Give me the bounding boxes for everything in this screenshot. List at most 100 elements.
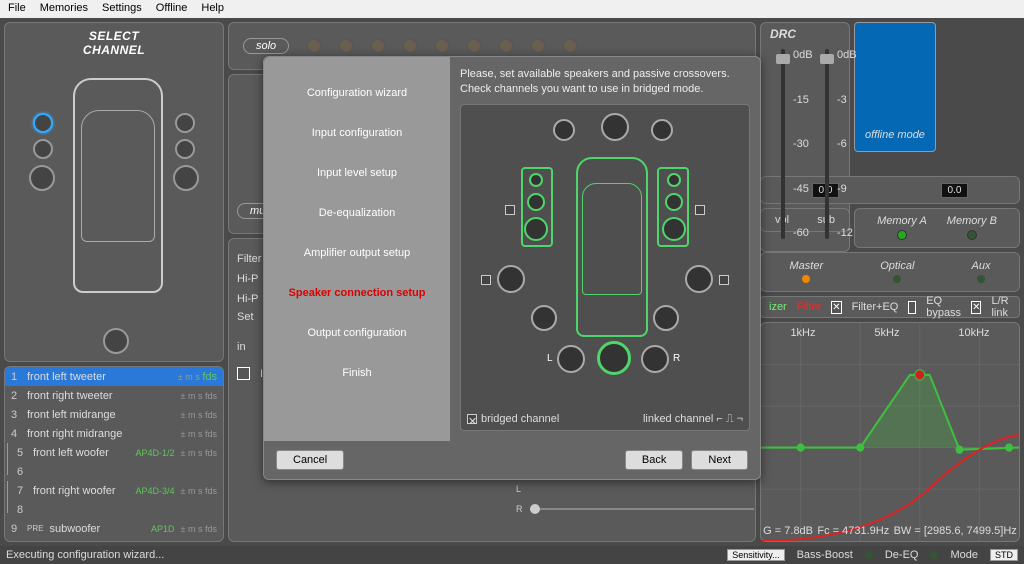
drc-vol-slider[interactable]: 0dB-15-30-45-60 — [781, 49, 785, 239]
offline-indicator: offline mode — [854, 22, 936, 152]
solo-led[interactable] — [307, 39, 321, 53]
speaker-fl-mid[interactable] — [33, 139, 53, 159]
source-aux[interactable]: Aux — [971, 258, 990, 286]
wizard-step[interactable]: Amplifier output setup — [264, 233, 450, 273]
bridge-checkbox[interactable] — [719, 275, 729, 285]
wizard-step[interactable]: Output configuration — [264, 313, 450, 353]
solo-led[interactable] — [531, 39, 545, 53]
solo-led[interactable] — [371, 39, 385, 53]
eq-gain-readout: G = 7.8dB — [763, 525, 813, 537]
wizard-step[interactable]: Input configuration — [264, 113, 450, 153]
car-outline-icon — [576, 157, 648, 337]
wizard-hint: Please, set available speakers and passi… — [460, 67, 750, 98]
eq-toolbar: izer Filter Filter+EQ EQ bypass L/R link — [760, 296, 1020, 318]
eq-bypass-checkbox[interactable] — [908, 301, 916, 314]
solo-led[interactable] — [499, 39, 513, 53]
wizard-steps: Configuration wizard Input configuration… — [264, 57, 450, 441]
menu-file[interactable]: File — [8, 2, 26, 16]
solo-button[interactable]: solo — [243, 38, 289, 54]
wizard-dialog: Configuration wizard Input configuration… — [263, 56, 761, 480]
source-optical[interactable]: Optical — [880, 258, 914, 286]
source-master[interactable]: Master — [790, 258, 824, 286]
speaker-icon[interactable] — [662, 217, 686, 241]
status-message: Executing configuration wizard... — [6, 549, 164, 561]
eq-graph[interactable]: 1kHz5kHz10kHz G = 7.8dB Fc = 4731.9Hz BW… — [760, 322, 1020, 542]
speaker-icon[interactable] — [557, 345, 585, 373]
speaker-icon[interactable] — [524, 217, 548, 241]
speaker-icon[interactable] — [641, 345, 669, 373]
memory-panel: Memory A Memory B — [854, 208, 1020, 248]
next-button[interactable]: Next — [691, 450, 748, 470]
speaker-icon[interactable] — [651, 119, 673, 141]
wizard-step[interactable]: De-equalization — [264, 193, 450, 233]
channel-name: front left tweeter — [27, 371, 172, 383]
solo-led[interactable] — [563, 39, 577, 53]
eq-bw-readout: BW = [2985.6, 7499.5]Hz — [894, 525, 1017, 537]
memory-b-button[interactable]: Memory B — [947, 213, 997, 243]
speaker-diagram: L R ✕bridged channel linked channel ⌐ ⎍ … — [460, 104, 750, 431]
speaker-sub-icon[interactable] — [597, 341, 631, 375]
speaker-icon[interactable] — [601, 113, 629, 141]
drc-panel: DRC 0dB-15-30-45-60 0dB-3-6-9-12 — [760, 22, 850, 252]
invert-phase-checkbox[interactable] — [237, 367, 250, 380]
drc-title: DRC — [765, 27, 801, 41]
speaker-icon[interactable] — [527, 193, 545, 211]
speaker-icon[interactable] — [653, 305, 679, 331]
speaker-icon[interactable] — [667, 173, 681, 187]
channel-row[interactable]: 6 — [11, 462, 223, 481]
menu-settings[interactable]: Settings — [102, 2, 142, 16]
speaker-icon[interactable] — [529, 173, 543, 187]
speaker-fr-mid[interactable] — [175, 139, 195, 159]
drc-sub-slider[interactable]: 0dB-3-6-9-12 — [825, 49, 829, 239]
bridge-checkbox[interactable] — [695, 205, 705, 215]
speaker-fr-woofer[interactable] — [173, 165, 199, 191]
channel-row[interactable]: 9PREsubwooferAP1D± m s fds — [5, 519, 223, 538]
status-bar: Executing configuration wizard... Sensit… — [0, 546, 1024, 564]
wizard-step[interactable]: Finish — [264, 353, 450, 393]
speaker-fl-woofer[interactable] — [29, 165, 55, 191]
channel-row[interactable]: 2front right tweeter± m s fds — [5, 386, 223, 405]
solo-led[interactable] — [403, 39, 417, 53]
mode-std-button[interactable]: STD — [990, 549, 1018, 561]
channel-list: 1front left tweeter± m s fds 2front righ… — [4, 366, 224, 542]
source-panel: Master Optical Aux — [760, 252, 1020, 292]
channel-row[interactable]: 5front left wooferAP4D-1/2± m s fds — [11, 443, 223, 462]
back-button[interactable]: Back — [625, 450, 683, 470]
wizard-step[interactable]: Input level setup — [264, 153, 450, 193]
channel-num: 1 — [11, 371, 21, 383]
menu-offline[interactable]: Offline — [156, 2, 188, 16]
sensitivity-button[interactable]: Sensitivity... — [727, 549, 784, 561]
speaker-fl-tweeter[interactable] — [33, 113, 53, 133]
car-outline-icon — [73, 78, 163, 293]
solo-led[interactable] — [467, 39, 481, 53]
eq-fc-readout: Fc = 4731.9Hz — [817, 525, 889, 537]
speaker-icon[interactable] — [497, 265, 525, 293]
channel-row[interactable]: 8 — [11, 500, 223, 519]
select-channel-title: SELECTCHANNEL — [11, 29, 217, 57]
speaker-icon[interactable] — [665, 193, 683, 211]
bridge-checkbox[interactable] — [481, 275, 491, 285]
select-channel-panel: SELECTCHANNEL — [4, 22, 224, 362]
cancel-button[interactable]: Cancel — [276, 450, 344, 470]
bridge-checkbox[interactable] — [505, 205, 515, 215]
solo-led[interactable] — [339, 39, 353, 53]
channel-row[interactable]: 7front right wooferAP4D-3/4± m s fds — [11, 481, 223, 500]
speaker-icon[interactable] — [531, 305, 557, 331]
filter-eq-checkbox[interactable] — [831, 301, 841, 314]
balance-slider[interactable]: L R — [530, 498, 754, 522]
speaker-icon[interactable] — [553, 119, 575, 141]
speaker-icon[interactable] — [685, 265, 713, 293]
memory-a-button[interactable]: Memory A — [877, 213, 927, 243]
wizard-step[interactable]: Configuration wizard — [264, 73, 450, 113]
menu-help[interactable]: Help — [201, 2, 224, 16]
solo-led[interactable] — [435, 39, 449, 53]
speaker-fr-tweeter[interactable] — [175, 113, 195, 133]
speaker-sub[interactable] — [103, 328, 129, 354]
channel-row[interactable]: 4front right midrange± m s fds — [5, 424, 223, 443]
wizard-step-active[interactable]: Speaker connection setup — [264, 273, 450, 313]
channel-row[interactable]: 1front left tweeter± m s fds — [5, 367, 223, 386]
menu-memories[interactable]: Memories — [40, 2, 88, 16]
channel-row[interactable]: 3front left midrange± m s fds — [5, 405, 223, 424]
lr-link-checkbox[interactable] — [971, 301, 981, 314]
drc-sub-value: 0.0 — [941, 183, 969, 198]
